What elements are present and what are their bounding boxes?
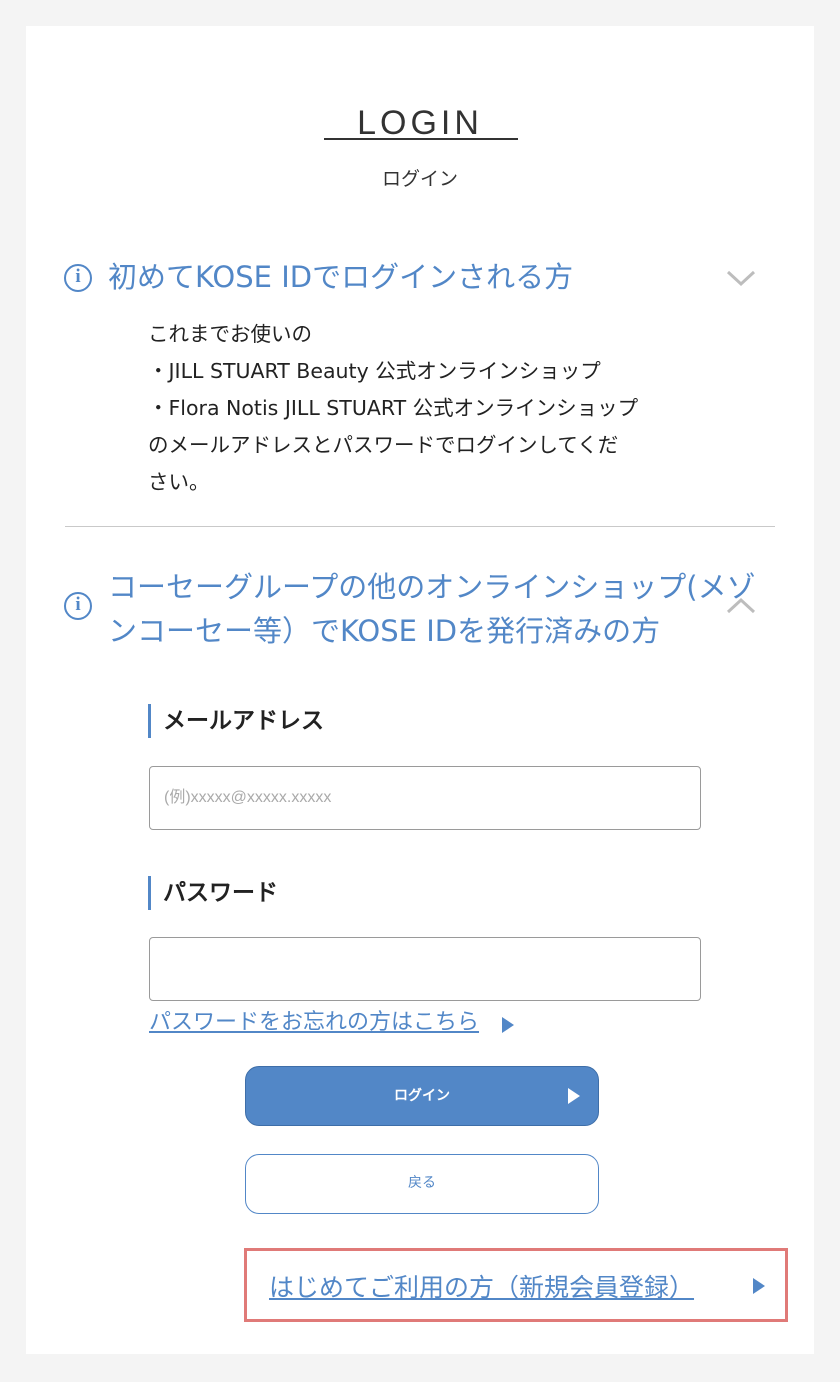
register-link-box[interactable]: はじめてご利用の方（新規会員登録）: [244, 1248, 788, 1322]
triangle-right-icon: [568, 1088, 580, 1104]
accordion-existing-title-line1: コーセーグループの他のオンラインショップ(メゾ: [108, 570, 756, 604]
back-button-label: 戻る: [408, 1175, 436, 1191]
login-card: LOGIN ログイン i 初めてKOSE IDでログインされる方 これまでお使い…: [26, 26, 814, 1354]
triangle-right-icon: [753, 1278, 765, 1294]
forgot-password-row[interactable]: パスワードをお忘れの方はこちら: [149, 1004, 515, 1036]
back-button[interactable]: 戻る: [245, 1154, 599, 1214]
register-link[interactable]: はじめてご利用の方（新規会員登録）: [269, 1268, 694, 1304]
accordion-existing-title-line2: ンコーセー等）でKOSE IDを発行済みの方: [108, 614, 661, 648]
triangle-right-icon: [502, 1016, 515, 1033]
forgot-password-link[interactable]: パスワードをお忘れの方はこちら: [149, 1010, 479, 1035]
password-input[interactable]: [149, 937, 701, 1001]
chevron-down-icon[interactable]: [726, 268, 756, 288]
description-line: これまでお使いの: [148, 322, 312, 346]
accordion-first-time-login[interactable]: i 初めてKOSE IDでログインされる方: [26, 250, 814, 306]
info-icon: i: [64, 592, 92, 620]
description-line: のメールアドレスとパスワードでログインしてくだ: [148, 433, 619, 457]
section-divider: [65, 526, 775, 527]
title-underline: [324, 138, 518, 140]
password-label: パスワード: [148, 876, 278, 910]
description-line: さい。: [148, 470, 210, 494]
page-subtitle: ログイン: [381, 168, 458, 190]
first-time-description: これまでお使いの ・JILL STUART Beauty 公式オンラインショップ…: [148, 316, 708, 501]
login-button[interactable]: ログイン: [245, 1066, 599, 1126]
description-line: ・Flora Notis JILL STUART 公式オンラインショップ: [148, 396, 639, 420]
email-input[interactable]: [149, 766, 701, 830]
chevron-up-icon[interactable]: [726, 596, 756, 616]
description-line: ・JILL STUART Beauty 公式オンラインショップ: [148, 359, 601, 383]
email-label: メールアドレス: [148, 704, 324, 738]
accordion-first-time-title: 初めてKOSE IDでログインされる方: [108, 260, 574, 294]
info-icon: i: [64, 264, 92, 292]
accordion-existing-kose-id[interactable]: i コーセーグループの他のオンラインショップ(メゾ ンコーセー等）でKOSE I…: [26, 562, 814, 672]
login-button-label: ログイン: [394, 1088, 450, 1104]
